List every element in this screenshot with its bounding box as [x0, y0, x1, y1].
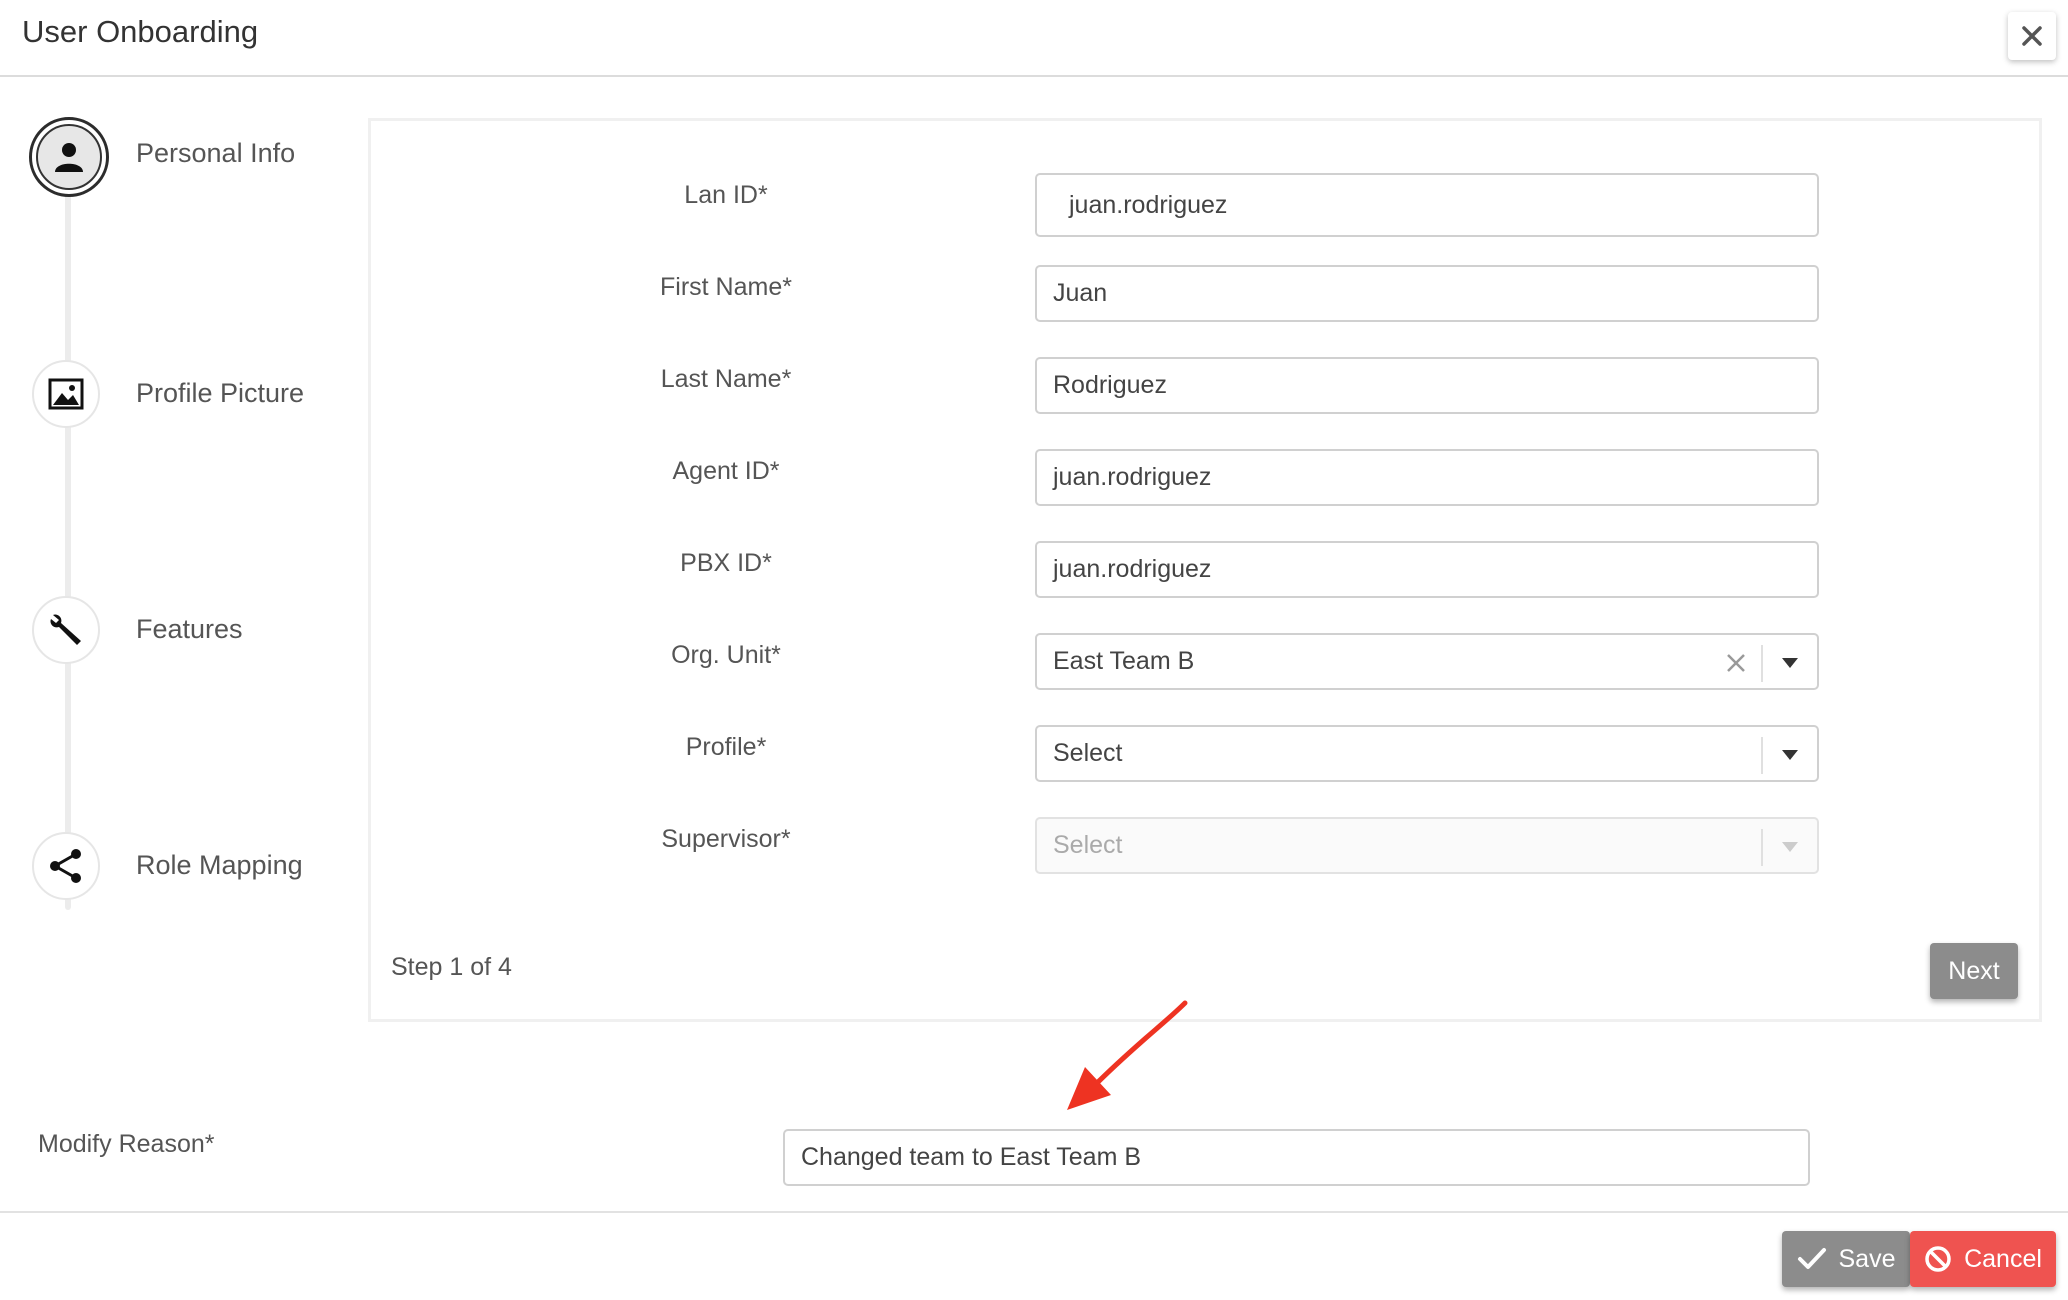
- form-panel: Lan ID* juan.rodriguez First Name* Juan …: [368, 118, 2042, 1022]
- row-org-unit: Org. Unit* East Team B: [371, 633, 2045, 693]
- select-separator: [1761, 737, 1763, 774]
- profile-select[interactable]: Select: [1035, 725, 1819, 782]
- profile-label: Profile*: [685, 733, 767, 761]
- org-unit-value: East Team B: [1053, 647, 1195, 675]
- step-label: Features: [136, 614, 243, 644]
- modify-reason-value: Changed team to East Team B: [801, 1143, 1142, 1171]
- cancel-button[interactable]: Cancel: [1910, 1231, 2056, 1287]
- step-profile-picture[interactable]: Profile Picture: [32, 360, 332, 432]
- check-icon: [1797, 1248, 1826, 1269]
- step-circle: [32, 360, 100, 428]
- agent-id-label: Agent ID*: [672, 457, 780, 485]
- row-supervisor: Supervisor* Select: [371, 817, 2045, 877]
- chevron-down-icon[interactable]: [1781, 657, 1799, 669]
- pbx-id-field[interactable]: juan.rodriguez: [1035, 541, 1819, 598]
- lan-id-value: juan.rodriguez: [1069, 190, 1228, 219]
- save-button[interactable]: Save: [1782, 1231, 1910, 1287]
- row-profile: Profile* Select: [371, 725, 2045, 785]
- step-label: Profile Picture: [136, 378, 305, 408]
- row-pbx-id: PBX ID* juan.rodriguez: [371, 541, 2045, 601]
- supervisor-value: Select: [1053, 831, 1123, 859]
- select-separator: [1761, 829, 1763, 866]
- row-lan-id: Lan ID* juan.rodriguez: [371, 173, 2045, 237]
- clear-icon[interactable]: [1725, 652, 1747, 674]
- pbx-id-value: juan.rodriguez: [1053, 555, 1212, 583]
- step-circle: [32, 596, 100, 664]
- chevron-down-icon[interactable]: [1781, 749, 1799, 761]
- step-counter: Step 1 of 4: [391, 953, 512, 981]
- step-label: Personal Info: [136, 138, 296, 168]
- ban-icon: [1925, 1246, 1951, 1272]
- chevron-down-icon: [1782, 842, 1798, 852]
- org-unit-label: Org. Unit*: [671, 641, 781, 669]
- first-name-value: Juan: [1053, 279, 1108, 307]
- row-agent-id: Agent ID* juan.rodriguez: [371, 449, 2045, 509]
- modify-reason-label: Modify Reason*: [38, 1130, 215, 1158]
- agent-id-value: juan.rodriguez: [1053, 463, 1212, 491]
- image-icon: [48, 378, 84, 410]
- select-separator: [1761, 645, 1763, 682]
- pbx-id-label: PBX ID*: [680, 549, 772, 577]
- wrench-icon: [50, 614, 81, 645]
- last-name-field[interactable]: Rodriguez: [1035, 357, 1819, 414]
- cancel-label: Cancel: [1964, 1244, 2042, 1273]
- dialog-title: User Onboarding: [22, 14, 259, 49]
- close-button[interactable]: [2008, 12, 2056, 60]
- footer-divider: [0, 1211, 2068, 1213]
- modify-reason-input[interactable]: Changed team to East Team B: [783, 1129, 1810, 1186]
- lan-id-label: Lan ID*: [684, 181, 768, 209]
- org-unit-select[interactable]: East Team B: [1035, 633, 1819, 690]
- step-circle-active: [29, 117, 109, 197]
- save-label: Save: [1838, 1244, 1896, 1273]
- profile-value: Select: [1053, 739, 1123, 767]
- row-last-name: Last Name* Rodriguez: [371, 357, 2045, 417]
- user-icon: [55, 143, 83, 172]
- agent-id-field[interactable]: juan.rodriguez: [1035, 449, 1819, 506]
- lan-id-field[interactable]: juan.rodriguez: [1035, 173, 1819, 237]
- last-name-label: Last Name*: [660, 365, 792, 393]
- first-name-label: First Name*: [660, 273, 792, 301]
- supervisor-select[interactable]: Select: [1035, 817, 1819, 874]
- step-role-mapping[interactable]: Role Mapping: [32, 832, 332, 904]
- close-icon: [2022, 26, 2042, 46]
- stepper-rail: [65, 190, 71, 910]
- share-icon: [50, 849, 81, 883]
- step-circle: [32, 832, 100, 900]
- dialog-header: User Onboarding: [0, 0, 2068, 77]
- step-personal-info[interactable]: Personal Info: [29, 117, 332, 197]
- last-name-value: Rodriguez: [1053, 371, 1167, 399]
- next-button[interactable]: Next: [1930, 943, 2018, 999]
- supervisor-label: Supervisor*: [661, 825, 791, 853]
- first-name-field[interactable]: Juan: [1035, 265, 1819, 322]
- step-label: Role Mapping: [136, 850, 303, 880]
- annotation-arrow-icon: [1067, 1000, 1188, 1110]
- row-first-name: First Name* Juan: [371, 265, 2045, 325]
- step-features[interactable]: Features: [32, 596, 332, 668]
